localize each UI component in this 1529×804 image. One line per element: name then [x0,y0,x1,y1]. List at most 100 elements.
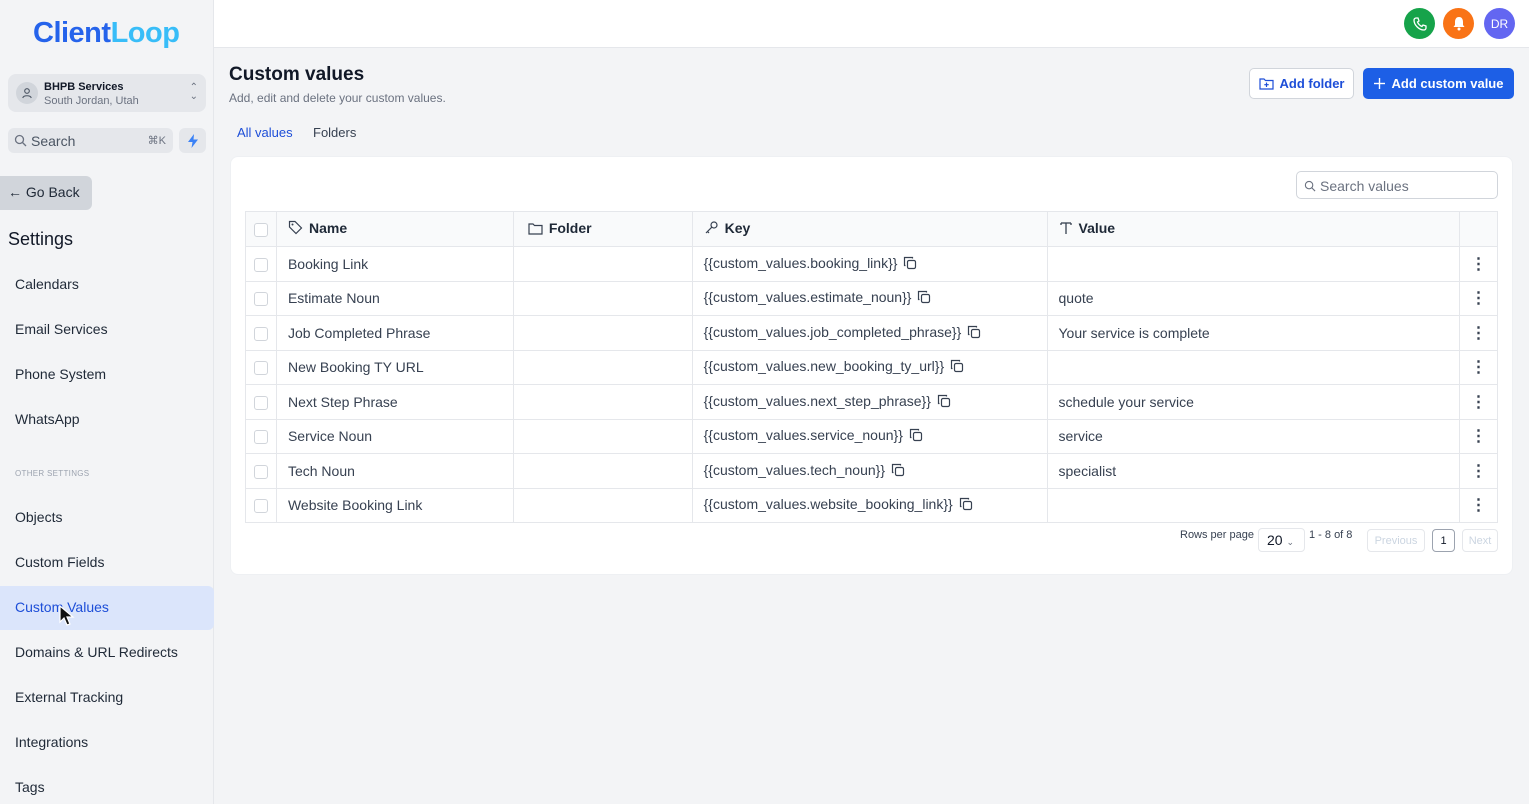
copy-icon[interactable] [917,290,931,307]
copy-icon[interactable] [891,463,905,480]
row-checkbox[interactable] [253,464,268,479]
row-folder [512,384,693,420]
sidebar-item-integrations[interactable]: Integrations [0,721,214,765]
table-row[interactable]: Booking Link {{custom_values.booking_link… [245,246,1498,282]
custom-values-table: Name Folder Key Value Booking Link {{cust… [245,211,1498,523]
row-checkbox[interactable] [253,326,268,341]
row-folder [512,315,693,351]
row-name: Service Noun [275,419,514,454]
sidebar-item-custom-fields[interactable]: Custom Fields [0,541,214,585]
search-icon [1304,180,1316,192]
more-options-icon[interactable]: ⋮ [1471,428,1487,445]
page-subtitle: Add, edit and delete your custom values. [229,91,446,105]
more-options-icon[interactable]: ⋮ [1471,394,1487,411]
more-options-icon[interactable]: ⋮ [1471,290,1487,307]
row-value: schedule your service [1046,384,1460,420]
sidebar-item-whatsapp[interactable]: WhatsApp [0,398,214,442]
row-key: {{custom_values.tech_noun}} [691,453,1047,489]
sidebar-item-external-tracking[interactable]: External Tracking [0,676,214,720]
notifications-button[interactable] [1443,8,1474,39]
sidebar-search[interactable]: Search ⌘K [8,128,173,153]
more-options-icon[interactable]: ⋮ [1471,256,1487,273]
go-back-button[interactable]: ← Go Back [0,176,92,210]
phone-button[interactable] [1404,8,1435,39]
rows-per-page-select[interactable]: 20 ⌄ [1258,528,1305,552]
copy-icon[interactable] [959,497,973,514]
row-value [1046,350,1460,385]
row-folder [512,281,693,316]
top-bar: DR [214,0,1529,48]
next-page-button[interactable]: Next [1462,529,1498,552]
folder-column-header[interactable]: Folder [549,220,592,236]
row-checkbox[interactable] [253,361,268,376]
more-options-icon[interactable]: ⋮ [1471,359,1487,376]
row-checkbox[interactable] [253,292,268,307]
sidebar: ClientLoop BHPB Services South Jordan, U… [0,0,214,804]
table-row[interactable]: New Booking TY URL {{custom_values.new_bo… [245,350,1498,385]
table-row[interactable]: Next Step Phrase {{custom_values.next_ste… [245,384,1498,420]
lightning-icon [187,133,198,148]
folder-icon [528,223,543,235]
copy-icon[interactable] [909,428,923,445]
more-options-icon[interactable]: ⋮ [1471,463,1487,480]
row-key: {{custom_values.estimate_noun}} [691,281,1047,316]
row-key: {{custom_values.service_noun}} [691,419,1047,454]
other-settings-section-label: OTHER SETTINGS [15,469,90,478]
quick-actions-button[interactable] [179,128,206,153]
more-options-icon[interactable]: ⋮ [1471,325,1487,342]
row-value: Your service is complete [1046,315,1460,351]
sidebar-item-calendars[interactable]: Calendars [0,263,214,307]
user-avatar[interactable]: DR [1484,8,1515,39]
key-icon [705,221,718,234]
row-checkbox[interactable] [253,430,268,445]
sidebar-item-phone-system[interactable]: Phone System [0,353,214,397]
page-1-button[interactable]: 1 [1432,529,1455,552]
copy-icon[interactable] [967,325,981,342]
row-key: {{custom_values.website_booking_link}} [691,488,1047,523]
key-column-header[interactable]: Key [725,220,751,236]
sidebar-item-objects[interactable]: Objects [0,496,214,540]
table-row[interactable]: Service Noun {{custom_values.service_noun… [245,419,1498,454]
add-folder-button[interactable]: Add folder [1249,68,1354,99]
row-name: Tech Noun [275,453,514,489]
sidebar-item-custom-values[interactable]: Custom Values [0,586,214,630]
previous-page-button[interactable]: Previous [1367,529,1425,552]
more-options-icon[interactable]: ⋮ [1471,497,1487,514]
row-key: {{custom_values.next_step_phrase}} [691,384,1047,420]
plus-icon [1373,78,1385,89]
row-folder [512,419,693,454]
sidebar-item-domains-url-redirects[interactable]: Domains & URL Redirects [0,631,214,675]
page-title: Custom values [229,64,365,85]
copy-icon[interactable] [950,359,964,376]
bell-icon [1453,17,1464,31]
table-row[interactable]: Job Completed Phrase {{custom_values.job_… [245,315,1498,351]
table-row[interactable]: Website Booking Link {{custom_values.webs… [245,488,1498,523]
tab-folders[interactable]: Folders [313,125,356,140]
row-checkbox[interactable] [253,257,268,272]
select-all-checkbox[interactable] [253,223,268,238]
chevron-down-icon: ⌄ [1286,537,1295,547]
sidebar-item-email-services[interactable]: Email Services [0,308,214,352]
name-column-header[interactable]: Name [309,220,347,236]
copy-icon[interactable] [903,256,917,273]
add-custom-value-button[interactable]: Add custom value [1363,68,1514,99]
pagination-range: 1 - 8 of 8 [1309,529,1353,541]
value-column-header[interactable]: Value [1079,220,1116,236]
row-folder [512,350,693,385]
account-location: South Jordan, Utah [44,95,139,107]
row-folder [512,488,693,523]
folder-plus-icon [1258,78,1274,90]
table-row[interactable]: Estimate Noun {{custom_values.estimate_no… [245,281,1498,316]
row-checkbox[interactable] [253,395,268,410]
row-checkbox[interactable] [253,499,268,514]
account-switcher[interactable]: BHPB Services South Jordan, Utah ⌃ ⌄ [8,74,206,112]
rows-per-page-label: Rows per page [1180,529,1254,541]
search-values-input[interactable]: Search values [1296,171,1498,199]
row-name: Estimate Noun [275,281,514,316]
tab-all-values[interactable]: All values [237,125,293,140]
settings-heading: Settings [8,229,74,249]
table-row[interactable]: Tech Noun {{custom_values.tech_noun}} spec… [245,453,1498,489]
sidebar-item-tags[interactable]: Tags [0,766,214,804]
app-logo[interactable]: ClientLoop [33,17,180,50]
copy-icon[interactable] [937,394,951,411]
